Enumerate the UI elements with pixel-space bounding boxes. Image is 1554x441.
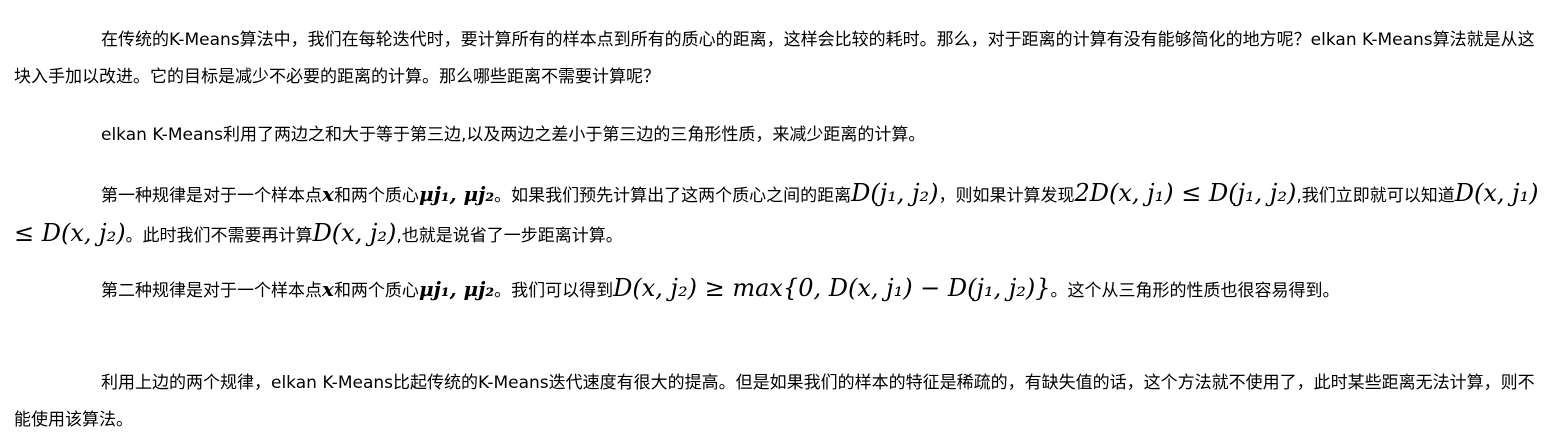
math-centroids: μj₁, μj₂	[418, 182, 495, 206]
rule-one-text-7: ,也就是说省了一步距离计算。	[396, 226, 623, 246]
paragraph-intro: 在传统的K-Means算法中，我们在每轮迭代时，要计算所有的样本点到所有的质心的…	[14, 30, 1535, 87]
math-x: x	[322, 182, 334, 206]
rule-one-text-4: ，则如果计算发现	[938, 186, 1075, 206]
rule-one-text-3: 。如果我们预先计算出了这两个质心之间的距离	[494, 186, 852, 206]
rule-two-text-1: 第二种规律是对于一个样本点	[101, 281, 322, 301]
rule-one-text-5: ,我们立即就可以知道	[1296, 186, 1455, 206]
math-centroid-distance: D(j₁, j₂)	[851, 179, 939, 207]
rule-one-text-2: 和两个质心	[333, 186, 419, 206]
math-centroids: μj₁, μj₂	[418, 277, 495, 301]
paragraph-rule-two: 第二种规律是对于一个样本点x和两个质心μj₁, μj₂。我们可以得到D(x, j…	[14, 270, 1542, 310]
rule-two-text-2: 和两个质心	[333, 281, 419, 301]
math-x: x	[322, 277, 334, 301]
paragraph-elkan-summary: elkan K-Means利用了两边之和大于等于第三边,以及两边之差小于第三边的…	[101, 125, 926, 145]
article-body: 在传统的K-Means算法中，我们在每轮迭代时，要计算所有的样本点到所有的质心的…	[0, 0, 1554, 441]
rule-one-text-1: 第一种规律是对于一个样本点	[101, 186, 322, 206]
math-inequality-condition: 2D(x, j₁) ≤ D(j₁, j₂)	[1074, 179, 1297, 207]
math-lower-bound: D(x, j₂) ≥ max{0, D(x, j₁) − D(j₁, j₂)}	[613, 274, 1051, 302]
paragraph-rule-one: 第一种规律是对于一个样本点x和两个质心μj₁, μj₂。如果我们预先计算出了这两…	[14, 175, 1542, 255]
rule-one-text-6: 。此时我们不需要再计算	[125, 226, 313, 246]
math-skipped-distance: D(x, j₂)	[312, 219, 397, 247]
paragraph-conclusion: 利用上边的两个规律，elkan K-Means比起传统的K-Means迭代速度有…	[14, 373, 1535, 430]
rule-two-text-4: 。这个从三角形的性质也很容易得到。	[1050, 281, 1340, 301]
rule-two-text-3: 。我们可以得到	[494, 281, 614, 301]
